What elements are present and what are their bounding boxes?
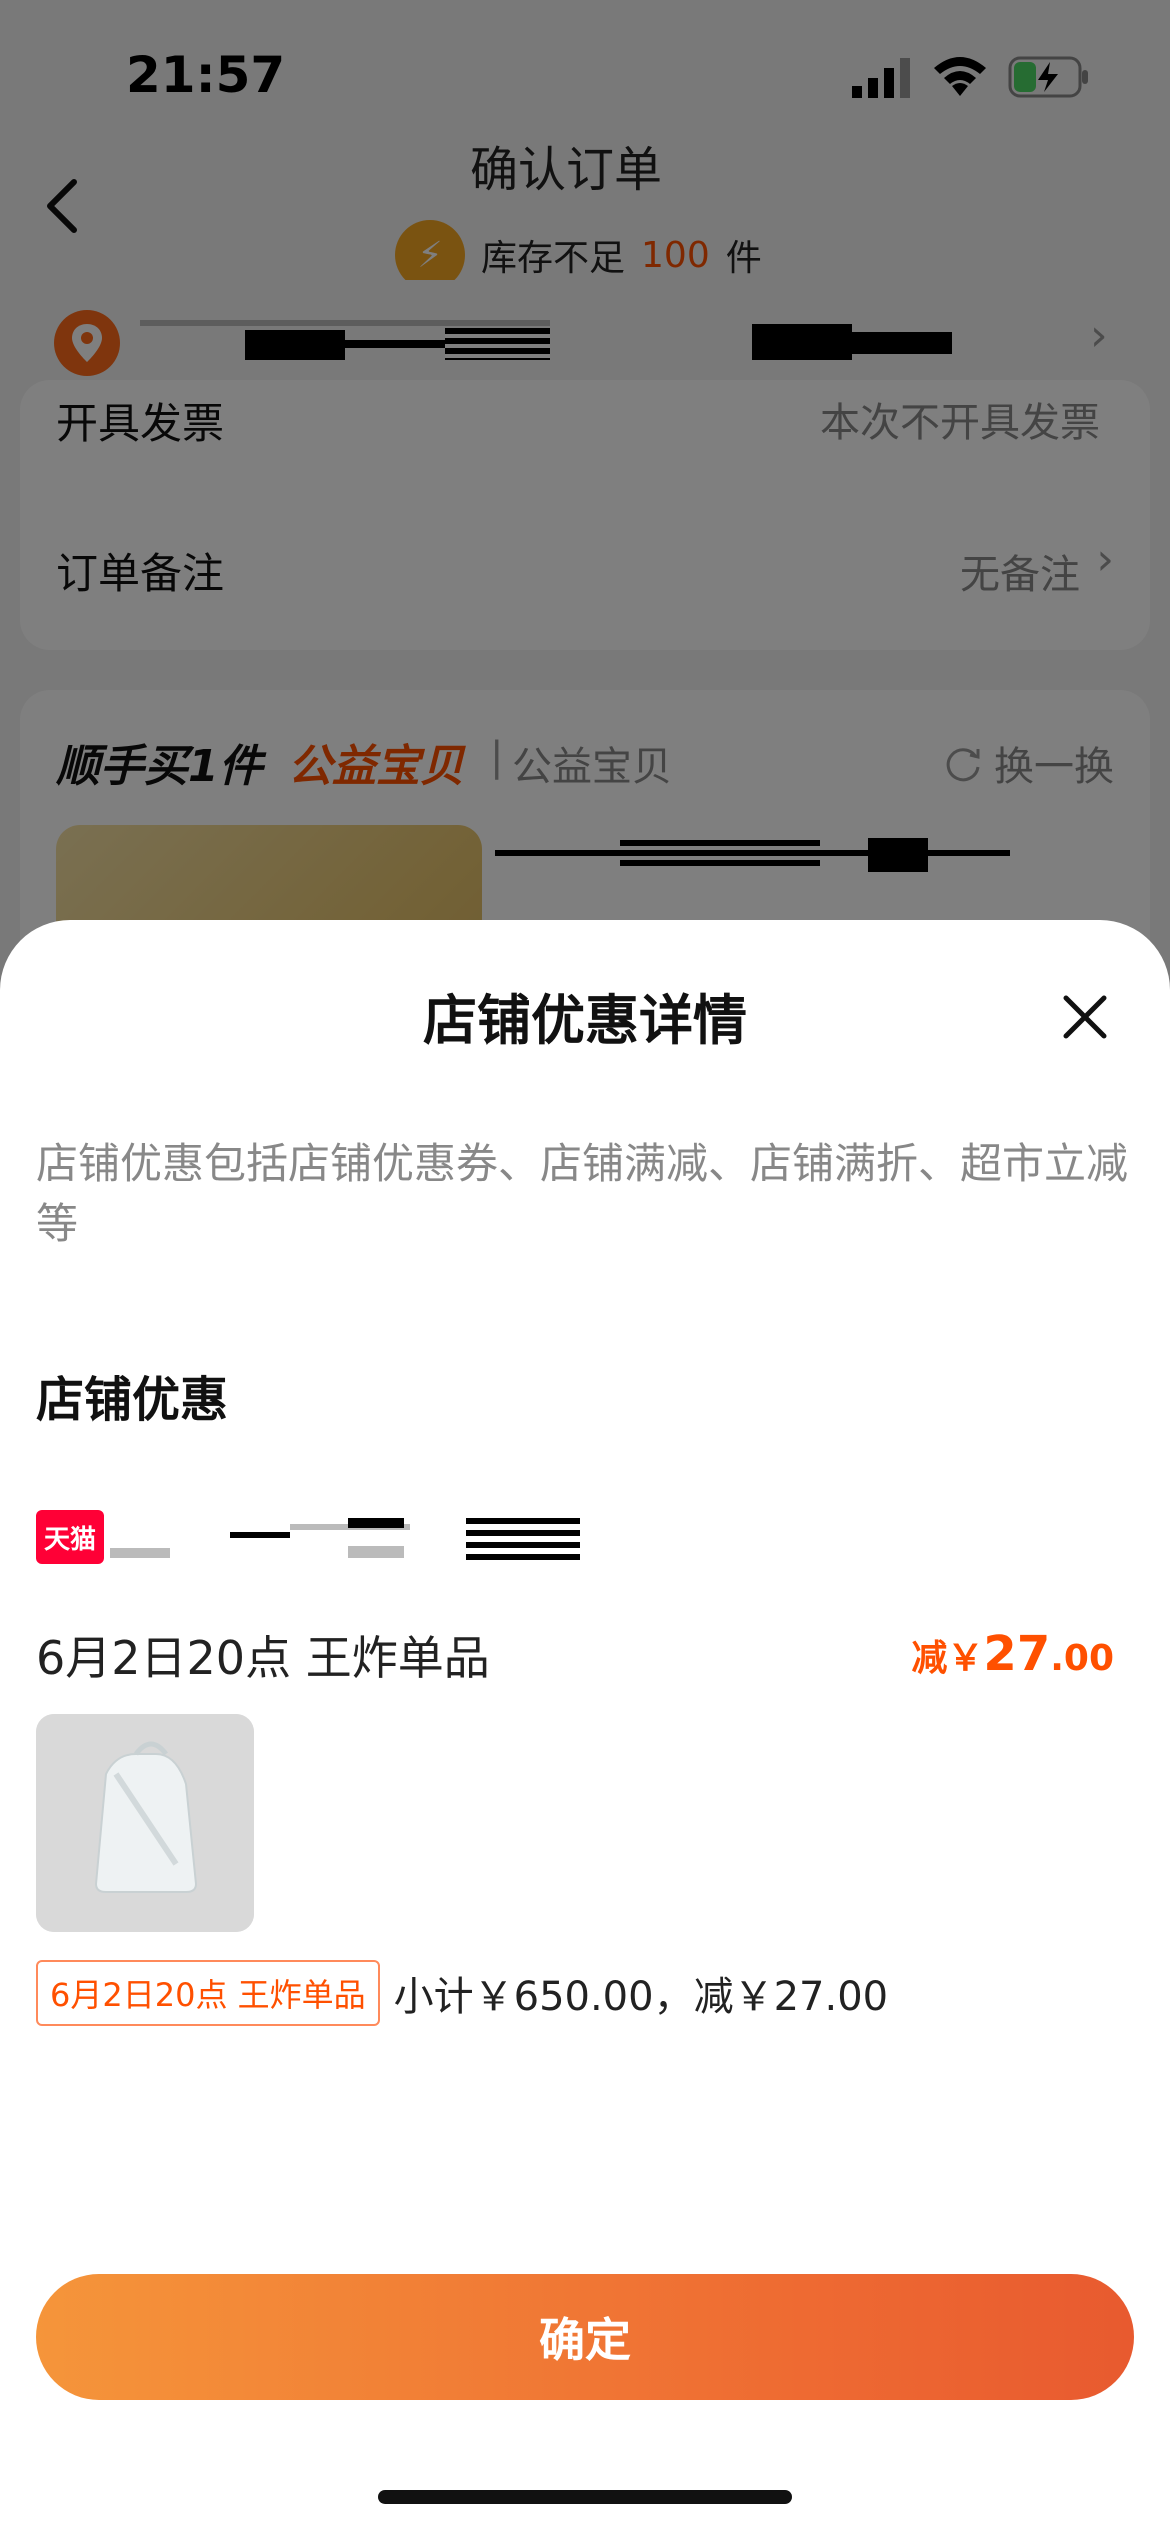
sheet-title: 店铺优惠详情	[423, 989, 747, 1052]
redacted-shop-name	[110, 1548, 170, 1558]
discount-decimal: .00	[1050, 1638, 1114, 1679]
tmall-logo: 天猫	[36, 1510, 104, 1564]
event-tag: 6月2日20点 王炸单品	[36, 1960, 380, 2026]
redacted-shop-name-block2	[348, 1546, 404, 1558]
discount-prefix: 减￥	[911, 1638, 984, 1679]
discount-amount: 减￥27.00	[911, 1626, 1114, 1682]
shop-discount-sheet: 店铺优惠详情 店铺优惠包括店铺优惠券、店铺满减、店铺满折、超市立减等 店铺优惠 …	[0, 920, 1170, 2532]
item-summary-row: 6月2日20点 王炸单品 小计￥650.00，减￥27.00	[36, 1960, 888, 2026]
redacted-shop-name-line	[230, 1532, 290, 1538]
event-name: 6月2日20点 王炸单品	[36, 1631, 490, 1685]
redacted-shop-name-block3	[466, 1518, 580, 1560]
confirm-button[interactable]: 确定	[36, 2274, 1134, 2400]
backpack-illustration	[36, 1714, 254, 1932]
home-indicator	[378, 2490, 792, 2504]
section-title: 店铺优惠	[36, 1372, 229, 1428]
subtotal-text: 小计￥650.00，减￥27.00	[393, 1974, 889, 2020]
discount-integer: 27	[983, 1626, 1051, 1682]
product-image[interactable]	[36, 1714, 254, 1932]
redacted-shop-name-block	[348, 1518, 404, 1528]
discount-description: 店铺优惠包括店铺优惠券、店铺满减、店铺满折、超市立减等	[36, 1139, 1129, 1248]
close-icon	[1063, 995, 1107, 1039]
close-button[interactable]	[1050, 982, 1120, 1052]
